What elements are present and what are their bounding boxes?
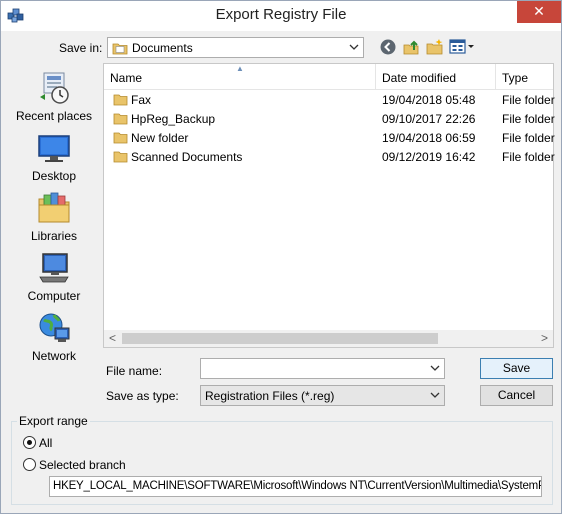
export-range-title: Export range bbox=[17, 414, 90, 428]
save-button[interactable]: Save bbox=[480, 358, 553, 379]
places-bar: Recent places Desktop Libraries Computer… bbox=[8, 63, 100, 403]
file-list-view[interactable]: ▲ Name Date modified Type Fax 19/04/2018… bbox=[103, 63, 555, 348]
file-type: File folder bbox=[502, 150, 555, 164]
file-name: Scanned Documents bbox=[131, 150, 243, 164]
save-as-type-label: Save as type: bbox=[106, 389, 179, 403]
save-as-type-value: Registration Files (*.reg) bbox=[205, 389, 335, 403]
list-header: ▲ Name Date modified Type bbox=[104, 64, 553, 90]
save-in-value: Documents bbox=[132, 41, 193, 55]
file-type: File folder bbox=[502, 93, 555, 107]
computer-icon bbox=[39, 253, 69, 283]
file-name-label: File name: bbox=[106, 364, 163, 378]
place-libraries[interactable]: Libraries bbox=[8, 191, 100, 249]
place-label: Recent places bbox=[15, 109, 93, 123]
column-header-date-modified[interactable]: Date modified bbox=[376, 64, 496, 90]
libraries-icon bbox=[38, 192, 70, 223]
column-header-name[interactable]: Name bbox=[104, 64, 376, 90]
file-date: 19/04/2018 05:48 bbox=[382, 93, 476, 107]
save-in-dropdown[interactable]: Documents bbox=[107, 37, 364, 58]
list-item[interactable]: New folder 19/04/2018 06:59 File folder bbox=[104, 129, 555, 148]
scroll-left-arrow[interactable]: < bbox=[109, 331, 116, 345]
export-registry-dialog: Export Registry File ✕ Save in: Document… bbox=[0, 0, 562, 514]
folder-icon bbox=[113, 94, 128, 106]
desktop-icon bbox=[38, 135, 70, 162]
file-type: File folder bbox=[502, 112, 555, 126]
place-desktop[interactable]: Desktop bbox=[8, 131, 100, 189]
view-menu-icon[interactable] bbox=[449, 38, 475, 56]
folder-icon bbox=[113, 132, 128, 144]
list-item[interactable]: Fax 19/04/2018 05:48 File folder bbox=[104, 91, 555, 110]
file-name: Fax bbox=[131, 93, 152, 107]
chevron-down-icon[interactable] bbox=[429, 388, 441, 402]
save-in-label: Save in: bbox=[59, 41, 103, 55]
radio-selected-branch-label[interactable]: Selected branch bbox=[39, 458, 126, 472]
selected-branch-path: HKEY_LOCAL_MACHINE\SOFTWARE\Microsoft\Wi… bbox=[53, 480, 542, 492]
documents-folder-icon bbox=[112, 43, 128, 55]
selected-branch-input[interactable]: HKEY_LOCAL_MACHINE\SOFTWARE\Microsoft\Wi… bbox=[49, 476, 542, 497]
new-folder-icon[interactable] bbox=[426, 38, 444, 56]
file-date: 19/04/2018 06:59 bbox=[382, 131, 476, 145]
place-network[interactable]: Network bbox=[8, 311, 100, 369]
list-item[interactable]: Scanned Documents 09/12/2019 16:42 File … bbox=[104, 148, 555, 167]
cancel-button[interactable]: Cancel bbox=[480, 385, 553, 406]
scrollbar-thumb[interactable] bbox=[122, 333, 438, 344]
file-name: HpReg_Backup bbox=[131, 112, 216, 126]
up-folder-icon[interactable] bbox=[403, 38, 421, 56]
recent-places-icon bbox=[40, 72, 69, 104]
scroll-right-arrow[interactable]: > bbox=[541, 331, 548, 345]
file-name-input[interactable] bbox=[200, 358, 445, 379]
place-label: Network bbox=[31, 349, 76, 363]
place-recent-places[interactable]: Recent places bbox=[8, 71, 100, 129]
save-as-type-dropdown[interactable]: Registration Files (*.reg) bbox=[200, 385, 445, 406]
list-item[interactable]: HpReg_Backup 09/10/2017 22:26 File folde… bbox=[104, 110, 555, 129]
chevron-down-icon[interactable] bbox=[429, 361, 441, 375]
chevron-down-icon[interactable] bbox=[348, 40, 360, 54]
folder-icon bbox=[113, 113, 128, 125]
horizontal-scrollbar[interactable]: < > bbox=[104, 330, 553, 347]
column-header-type[interactable]: Type bbox=[496, 64, 553, 90]
folder-icon bbox=[113, 151, 128, 163]
network-icon bbox=[39, 313, 70, 342]
place-label: Computer bbox=[27, 289, 81, 303]
radio-all-label[interactable]: All bbox=[39, 436, 52, 450]
window-title: Export Registry File bbox=[215, 6, 347, 23]
radio-all[interactable] bbox=[23, 436, 36, 449]
place-label: Libraries bbox=[30, 229, 78, 243]
file-type: File folder bbox=[502, 131, 555, 145]
file-name: New folder bbox=[131, 131, 189, 145]
radio-selected-branch[interactable] bbox=[23, 458, 36, 471]
file-date: 09/10/2017 22:26 bbox=[382, 112, 476, 126]
close-button[interactable]: ✕ bbox=[517, 1, 561, 23]
back-icon[interactable] bbox=[379, 38, 397, 56]
place-computer[interactable]: Computer bbox=[8, 251, 100, 309]
file-date: 09/12/2019 16:42 bbox=[382, 150, 476, 164]
title-bar: Export Registry File ✕ bbox=[1, 1, 561, 31]
place-label: Desktop bbox=[31, 169, 77, 183]
